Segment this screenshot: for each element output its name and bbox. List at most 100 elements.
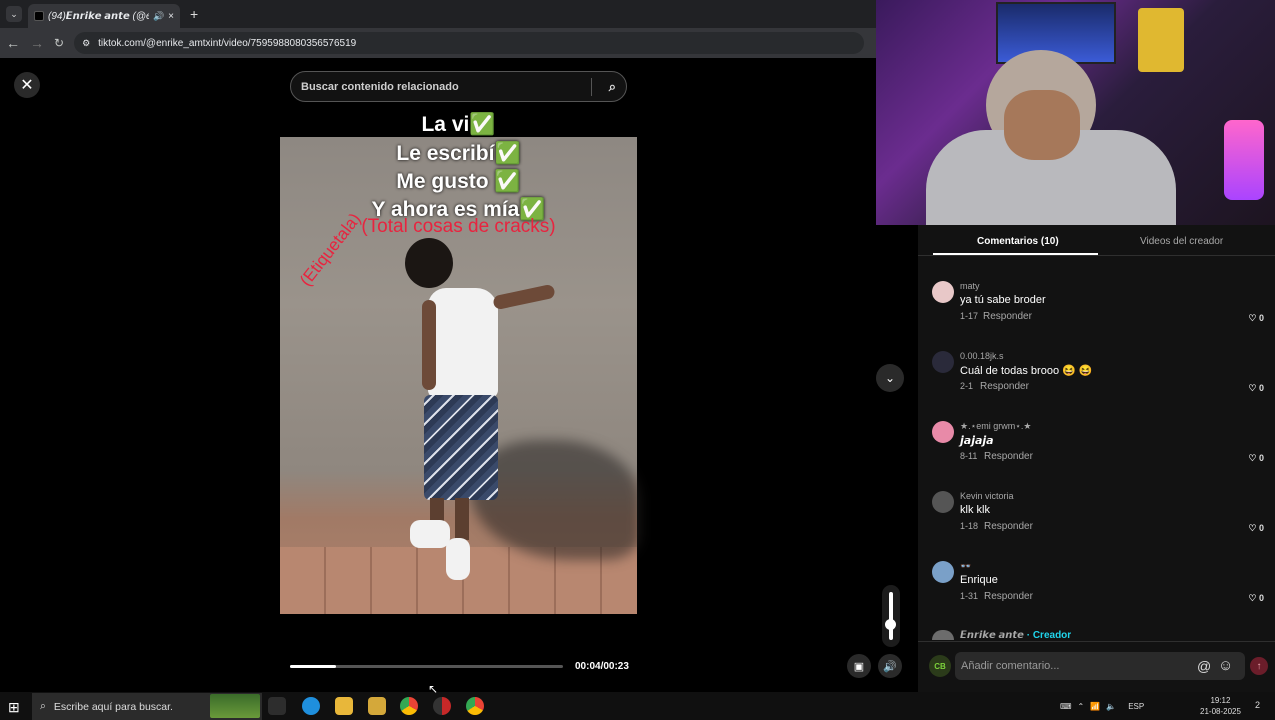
store-icon[interactable] [368, 697, 386, 715]
next-video-chevron-icon[interactable]: ⌄ [876, 364, 904, 392]
new-tab-button[interactable]: + [190, 6, 198, 22]
comment-username[interactable]: 0.00.18jk.s [960, 351, 1004, 361]
comment-item: Kevin victoria klk klk 1-18 Responder ♡ … [932, 491, 1272, 551]
file-explorer-icon[interactable] [335, 697, 353, 715]
creator-name: 𝙀𝙣𝙧𝙞𝙠𝙚 𝙖𝙣𝙩𝙚 [960, 630, 1024, 641]
taskbar-search-highlight-image [210, 694, 260, 718]
network-icon[interactable]: 📶 [1090, 702, 1100, 711]
tab-close-icon[interactable]: × [168, 11, 174, 22]
app-icon[interactable] [433, 697, 451, 715]
taskbar-clock[interactable]: 19:12 21-08-2025 [1200, 695, 1241, 717]
comment-avatar[interactable] [932, 561, 954, 583]
tab-comments[interactable]: Comentarios (10) [977, 236, 1059, 247]
comment-text: Enrique [960, 574, 998, 586]
like-button[interactable]: ♡ 0 [1248, 453, 1264, 464]
like-count: 0 [1258, 523, 1264, 533]
clock-time: 19:12 [1210, 696, 1231, 705]
clock-date: 21-08-2025 [1200, 707, 1241, 716]
comment-avatar[interactable] [932, 351, 954, 373]
comment-username[interactable]: 👓 [960, 561, 971, 572]
like-button[interactable]: ♡ 0 [1248, 523, 1264, 534]
video-timecode: 00:04/00:23 [575, 661, 629, 672]
heart-icon: ♡ [1248, 313, 1257, 323]
search-icon[interactable]: ⌕ [609, 79, 616, 95]
mention-at-icon[interactable]: @ [1197, 658, 1211, 674]
video-caption-2: Le escribí✅ [396, 142, 521, 165]
person-arm-left [422, 300, 436, 390]
volume-knob[interactable] [885, 619, 896, 630]
tiktok-favicon-icon [34, 11, 44, 21]
video-progress-fill [290, 665, 337, 668]
person-shorts [424, 395, 498, 500]
creator-comment-username[interactable]: 𝙀𝙣𝙧𝙞𝙠𝙚 𝙖𝙣𝙩𝙚 · Creador [960, 630, 1071, 641]
chrome-icon[interactable] [400, 697, 418, 715]
like-count: 0 [1258, 593, 1264, 603]
picture-in-picture-icon[interactable]: ▣ [847, 654, 871, 678]
like-count: 0 [1258, 453, 1264, 463]
edge-icon[interactable] [302, 697, 320, 715]
comment-avatar[interactable] [932, 421, 954, 443]
comment-item: ★.⋆emi grwm⋆.★ 𝙟𝙖𝙟𝙖𝙟𝙖 8-11 Responder ♡ 0 [932, 421, 1272, 481]
volume-icon[interactable]: 🔊 [878, 654, 902, 678]
person-shirt [428, 288, 498, 398]
close-video-button[interactable]: ✕ [14, 72, 40, 98]
browser-toolbar: ← → ↻ ⚙ tiktok.com/@enrike_amtxint/video… [0, 28, 876, 58]
address-bar[interactable]: ⚙ tiktok.com/@enrike_amtxint/video/75959… [74, 32, 865, 54]
keyboard-icon[interactable]: ⌨ [1060, 702, 1072, 711]
comment-username[interactable]: Kevin victoria [960, 491, 1014, 501]
comment-date: 1-18 [960, 521, 979, 531]
related-search-input[interactable]: Buscar contenido relacionado [301, 81, 459, 93]
reload-icon[interactable]: ↻ [54, 36, 64, 50]
reply-button[interactable]: Responder [984, 451, 1033, 462]
speaker-icon[interactable]: 🔈 [1106, 702, 1116, 711]
task-view-icon[interactable] [268, 697, 286, 715]
audio-playing-icon[interactable]: 🔊 [153, 11, 164, 22]
person-leg-right [455, 498, 469, 540]
windows-start-icon[interactable]: ⊞ [8, 699, 20, 716]
forward-arrow-icon[interactable]: → [30, 35, 44, 51]
mouse-cursor-icon: ↖ [428, 682, 439, 696]
comment-username[interactable]: maty [960, 281, 980, 291]
heart-icon: ♡ [1248, 453, 1257, 463]
person-shoe-right [446, 538, 470, 580]
person-head [405, 238, 453, 288]
reply-button[interactable]: Responder [984, 591, 1033, 602]
current-user-avatar[interactable]: CB [929, 655, 951, 677]
heart-icon: ♡ [1248, 383, 1257, 393]
comment-date: 2-1 [960, 381, 974, 391]
creator-badge: · Creador [1023, 630, 1072, 641]
tab-active-underline [933, 253, 1098, 255]
chrome-icon-2[interactable] [466, 697, 484, 715]
tab-creator-videos[interactable]: Videos del creador [1140, 236, 1223, 247]
reply-button[interactable]: Responder [983, 311, 1032, 322]
like-button[interactable]: ♡ 0 [1248, 313, 1264, 324]
person-shoe-left [410, 520, 450, 548]
site-info-icon[interactable]: ⚙ [82, 38, 90, 49]
send-comment-button[interactable]: ↑ [1250, 657, 1268, 675]
like-button[interactable]: ♡ 0 [1248, 383, 1264, 394]
related-search-bar[interactable]: Buscar contenido relacionado ⌕ [290, 71, 627, 102]
like-count: 0 [1258, 383, 1264, 393]
comment-date: 1-31 [960, 591, 979, 601]
comment-username[interactable]: ★.⋆emi grwm⋆.★ [960, 421, 1031, 432]
video-caption-3: Me gusto ✅ [396, 170, 521, 193]
notifications-badge[interactable]: 2 [1255, 700, 1260, 710]
comment-avatar[interactable] [932, 281, 954, 303]
comment-date: 1-17 [960, 311, 979, 321]
reply-button[interactable]: Responder [980, 381, 1029, 392]
comment-avatar[interactable] [932, 491, 954, 513]
reply-button[interactable]: Responder [984, 521, 1033, 532]
back-arrow-icon[interactable]: ← [6, 35, 20, 51]
taskbar-search-icon: ⌕ [40, 700, 46, 712]
tray-chevron-icon[interactable]: ⌃ [1078, 702, 1085, 711]
heart-icon: ♡ [1248, 593, 1257, 603]
emoji-icon[interactable]: ☺ [1218, 657, 1233, 674]
webcam-poster [1138, 8, 1184, 72]
video-caption-1: La vi✅ [421, 113, 496, 136]
tab-divider [918, 255, 1275, 256]
like-button[interactable]: ♡ 0 [1248, 593, 1264, 604]
language-indicator[interactable]: ESP [1128, 702, 1144, 711]
webcam-person-face [1004, 90, 1080, 160]
tab-search-chevron-icon[interactable]: ⌄ [6, 6, 22, 22]
browser-tab[interactable]: (94)𝙀𝙣𝙧𝙞𝙠𝙚 𝙖𝙣𝙩𝙚 (@enrik 🔊 × [28, 4, 180, 28]
